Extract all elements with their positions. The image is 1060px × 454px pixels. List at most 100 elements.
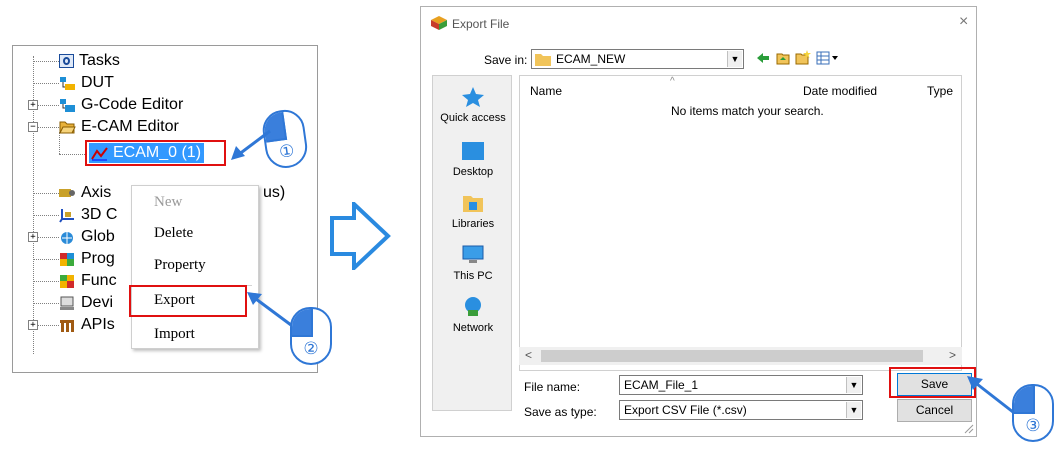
collapse-toggle-ecam[interactable]: − — [28, 122, 38, 132]
tasks-icon — [59, 54, 74, 68]
dialog-title: Export File — [452, 17, 510, 31]
tree-item-label: Tasks — [79, 52, 120, 69]
step-2-arrow — [247, 292, 292, 327]
mouse-left-button — [1014, 386, 1035, 414]
save-as-type-value: Export CSV File (*.csv) — [624, 403, 747, 417]
tree-guide-line — [33, 215, 59, 216]
step-3-arrow — [967, 376, 1014, 414]
column-header-name[interactable]: Name — [530, 84, 562, 98]
place-this-pc[interactable]: This PC — [433, 244, 513, 282]
gcode-editor-icon — [59, 98, 76, 113]
tree-item-label: Prog — [81, 250, 115, 267]
tree-item-global[interactable]: Glob — [59, 226, 115, 248]
column-header-type[interactable]: Type — [927, 84, 953, 98]
tree-item-device[interactable]: Devi — [59, 292, 113, 314]
place-quick-access[interactable]: Quick access — [433, 86, 513, 124]
file-name-input[interactable]: ECAM_File_1 ▼ — [619, 375, 863, 395]
computer-icon — [462, 245, 484, 263]
tree-item-apis[interactable]: APIs — [59, 314, 115, 336]
expand-toggle-global[interactable]: + — [28, 232, 38, 242]
next-step-arrow-icon — [330, 202, 391, 270]
global-icon — [59, 230, 76, 245]
tree-item-label: Axis — [81, 184, 112, 201]
tree-guide-line — [33, 281, 59, 282]
chevron-down-icon[interactable]: ▼ — [846, 377, 861, 393]
menu-item-delete[interactable]: Delete — [154, 225, 193, 242]
view-menu-icon[interactable] — [816, 51, 840, 65]
step-2-number: ② — [303, 339, 319, 359]
horizontal-scrollbar[interactable]: < > — [519, 347, 962, 365]
place-network[interactable]: Network — [433, 296, 513, 334]
menu-item-new[interactable]: New — [154, 194, 182, 211]
tree-item-gcode-editor[interactable]: G-Code Editor — [59, 94, 183, 116]
scroll-right-arrow[interactable]: > — [949, 348, 956, 362]
network-icon — [465, 297, 481, 316]
scrollbar-thumb[interactable] — [541, 350, 923, 362]
tree-item-label: APIs — [81, 316, 115, 333]
empty-list-message: No items match your search. — [671, 104, 824, 118]
expand-toggle-gcode[interactable]: + — [28, 100, 38, 110]
place-label: Desktop — [452, 166, 494, 178]
cancel-button[interactable]: Cancel — [897, 399, 972, 422]
folder-open-icon — [59, 120, 76, 135]
new-folder-icon[interactable] — [795, 49, 811, 65]
axis-icon — [59, 186, 76, 201]
menu-item-import[interactable]: Import — [154, 326, 195, 343]
places-bar: Quick access Desktop Libraries This PC N… — [432, 75, 512, 411]
dialog-app-icon — [431, 16, 447, 30]
up-folder-icon[interactable] — [776, 51, 790, 65]
scroll-left-arrow[interactable]: < — [525, 348, 532, 362]
chevron-down-icon[interactable]: ▼ — [727, 51, 742, 67]
tree-guide-line — [33, 61, 59, 62]
place-libraries[interactable]: Libraries — [433, 192, 513, 230]
file-name-value: ECAM_File_1 — [624, 378, 699, 392]
tree-item-label: Func — [81, 272, 117, 289]
expand-toggle-apis[interactable]: + — [28, 320, 38, 330]
highlight-export-item — [129, 285, 247, 317]
folder-icon — [535, 54, 551, 66]
tree-item-ecam-editor[interactable]: E-CAM Editor — [59, 116, 179, 138]
tree-item-3d[interactable]: 3D C — [59, 204, 117, 226]
tree-item-label: Devi — [81, 294, 114, 311]
back-arrow-icon[interactable] — [756, 51, 770, 65]
context-menu: New Delete Property Export Import — [131, 185, 259, 349]
tree-item-label: Glob — [81, 228, 115, 245]
place-desktop[interactable]: Desktop — [433, 140, 513, 178]
program-icon — [59, 252, 76, 267]
tree-guide-line — [33, 303, 59, 304]
place-label: This PC — [453, 270, 493, 282]
close-icon[interactable]: × — [959, 13, 968, 31]
tree-item-axis[interactable]: Axis — [59, 182, 111, 204]
step-1-arrow — [231, 129, 271, 160]
3d-icon — [59, 208, 76, 223]
desktop-icon — [462, 142, 484, 160]
tree-guide-line — [33, 83, 59, 84]
file-name-label: File name: — [524, 380, 581, 394]
tree-item-program[interactable]: Prog — [59, 248, 115, 270]
tree-item-label: DUT — [81, 74, 114, 91]
tree-item-dut[interactable]: DUT — [59, 72, 114, 94]
tree-guide-line — [59, 154, 85, 155]
save-in-dropdown[interactable]: ECAM_NEW ▼ — [531, 49, 744, 69]
tree-item-label: E-CAM Editor — [81, 118, 179, 135]
mouse-left-button — [292, 309, 313, 337]
save-as-type-dropdown[interactable]: Export CSV File (*.csv) ▼ — [619, 400, 863, 420]
chevron-down-icon[interactable]: ▼ — [846, 402, 861, 418]
libraries-icon — [463, 196, 483, 212]
step-3-number: ③ — [1025, 416, 1041, 436]
file-list[interactable]: Name ^ Date modified Type No items match… — [519, 75, 962, 371]
device-icon — [59, 296, 76, 311]
save-as-type-label: Save as type: — [524, 405, 597, 419]
function-icon — [59, 274, 76, 289]
place-label: Libraries — [451, 218, 495, 230]
menu-item-property[interactable]: Property — [154, 257, 206, 274]
resize-grip-icon[interactable] — [962, 422, 974, 434]
column-header-date-modified[interactable]: Date modified — [803, 84, 877, 98]
save-in-label: Save in: — [484, 53, 528, 67]
dut-icon — [59, 76, 76, 91]
mouse-click-icon: ③ — [1012, 384, 1054, 442]
apis-icon — [59, 318, 76, 333]
tree-item-tasks[interactable]: Tasks — [59, 50, 120, 72]
tree-item-function[interactable]: Func — [59, 270, 117, 292]
sort-arrow-icon: ^ — [670, 76, 675, 87]
